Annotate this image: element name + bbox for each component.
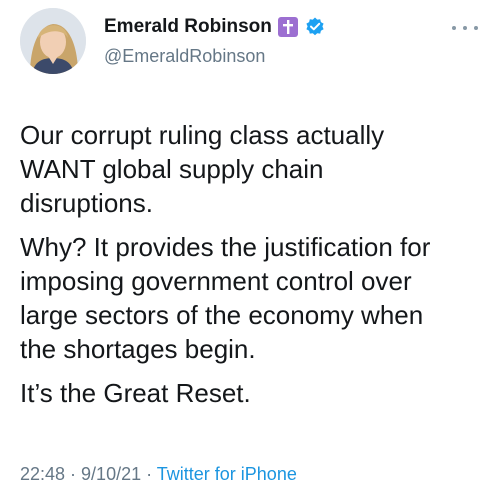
more-dot (474, 26, 478, 30)
meta-separator: · (141, 464, 157, 484)
avatar-image (20, 8, 86, 74)
cross-icon (277, 17, 298, 37)
avatar[interactable] (20, 8, 86, 74)
author-handle[interactable]: @EmeraldRobinson (104, 46, 265, 67)
tweet-card: Emerald Robinson @EmeraldRobinson Our co… (0, 0, 496, 500)
more-options-icon[interactable] (452, 22, 478, 34)
meta-separator: · (65, 464, 82, 484)
more-dot (463, 26, 467, 30)
tweet-meta: 22:48 · 9/10/21 · Twitter for iPhone (20, 464, 297, 485)
tweet-time[interactable]: 22:48 (20, 464, 65, 484)
author-name-row: Emerald Robinson (104, 16, 326, 38)
tweet-date[interactable]: 9/10/21 (81, 464, 141, 484)
tweet-text: Our corrupt ruling class actually WANT g… (20, 118, 490, 420)
more-dot (452, 26, 456, 30)
verified-badge-icon (304, 16, 326, 38)
tweet-paragraph: Why? It provides the justification for i… (20, 232, 431, 364)
author-display-name[interactable]: Emerald Robinson (104, 16, 272, 38)
tweet-source-link[interactable]: Twitter for iPhone (157, 464, 297, 484)
tweet-header: Emerald Robinson @EmeraldRobinson (20, 8, 480, 88)
tweet-paragraph: It’s the Great Reset. (20, 378, 251, 408)
tweet-paragraph: Our corrupt ruling class actually WANT g… (20, 120, 385, 218)
